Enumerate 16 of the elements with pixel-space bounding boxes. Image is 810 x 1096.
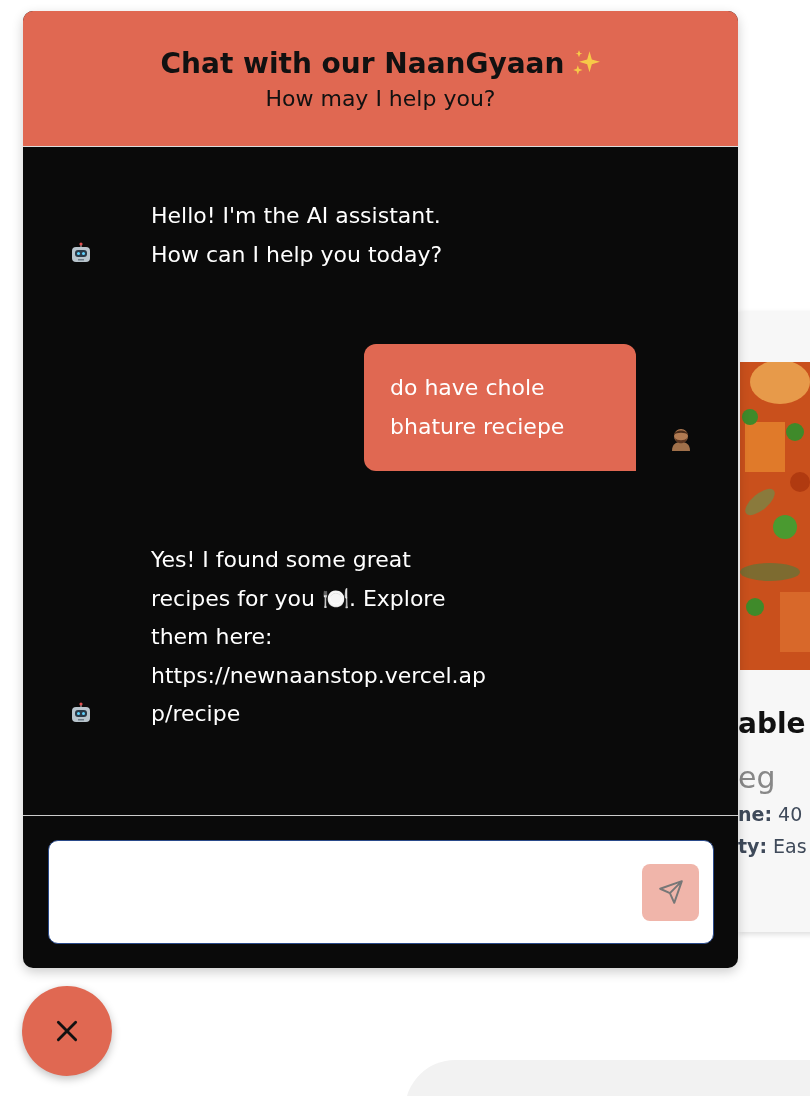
close-icon bbox=[54, 1018, 80, 1044]
recipe-title: able bbox=[738, 706, 807, 742]
chat-title: Chat with our NaanGyaan bbox=[160, 46, 565, 80]
user-message: do have chole bhature reciepe bbox=[364, 344, 636, 471]
sparkle-icon bbox=[572, 49, 601, 77]
message-input[interactable] bbox=[48, 840, 714, 944]
recipe-detail: ne: 40 bbox=[738, 802, 804, 827]
recipe-category: eg bbox=[738, 759, 777, 797]
recipe-detail: ty: Eas bbox=[738, 834, 808, 859]
bot-message: Hello! I'm the AI assistant. How can I help you today? bbox=[151, 202, 444, 269]
close-button[interactable] bbox=[22, 986, 112, 1076]
bot-message: Yes! I found some great recipes for you 🍽. Explore them here: https://newnaanstop.vercel.app/recipe bbox=[151, 546, 487, 728]
send-button[interactable] bbox=[642, 863, 699, 921]
user-avatar-icon bbox=[669, 427, 693, 451]
chat-subtitle: How may I help you? bbox=[265, 85, 496, 111]
send-icon bbox=[657, 879, 684, 905]
